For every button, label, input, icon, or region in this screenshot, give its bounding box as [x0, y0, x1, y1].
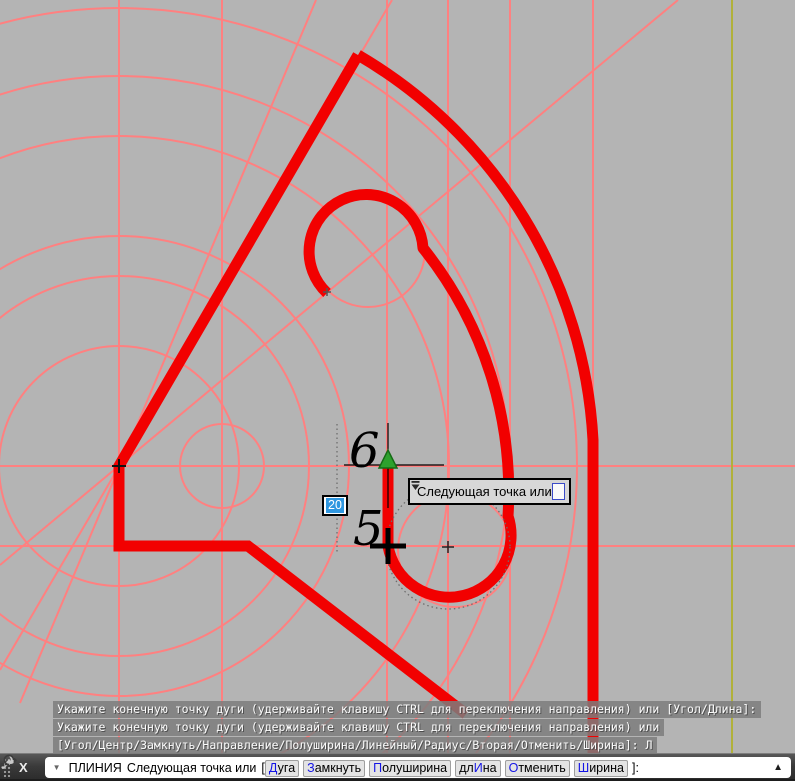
active-command-name: ПЛИНИЯ [69, 761, 122, 775]
command-input[interactable]: ▼ ПЛИНИЯ Следующая точка или [ДугаЗамкну… [45, 757, 791, 778]
construction-circle[interactable] [0, 136, 449, 753]
command-history: Укажите конечную точку дуги (удерживайте… [53, 701, 761, 755]
command-prompt-text: Следующая точка или [127, 761, 257, 775]
drawing-canvas[interactable]: 6 5 20 Следующая точка или [0, 0, 795, 753]
command-keywords: [ДугаЗамкнутьПолуширинадлИнаОтменитьШири… [261, 761, 639, 775]
command-keyword-chip[interactable]: Замкнуть [303, 760, 365, 777]
command-history-line: Укажите конечную точку дуги (удерживайте… [53, 719, 664, 736]
construction-geometry [0, 0, 795, 753]
command-keyword-chip[interactable]: Дуга [265, 760, 299, 777]
command-history-line: Укажите конечную точку дуги (удерживайте… [53, 701, 761, 718]
dynamic-input-value-box[interactable]: 20 [322, 495, 348, 516]
command-keyword-chip[interactable]: длИна [455, 760, 500, 777]
vertex-label-6: 6 [349, 427, 380, 475]
tooltip-text: Следующая точка или [417, 484, 552, 499]
down-arrow-key-icon [552, 483, 565, 500]
dynamic-input-value: 20 [326, 498, 344, 513]
direction-arrow-marker [379, 450, 397, 468]
command-keyword-chip[interactable]: Отменить [505, 760, 570, 777]
expand-history-button[interactable]: ▲ [763, 762, 783, 773]
command-dropdown-caret-icon[interactable]: ▼ [53, 763, 61, 772]
command-bar: X ▼ ПЛИНИЯ Следующая точка или [ДугаЗамк… [0, 753, 795, 781]
command-history-line: [Угол/Центр/Замкнуть/Направление/Полушир… [53, 737, 657, 754]
drawing-geometry [0, 0, 795, 753]
polyline-inner-loop[interactable] [309, 195, 511, 598]
bracket: ]: [632, 761, 639, 775]
dynamic-input-tooltip: Следующая точка или [408, 478, 571, 505]
command-keyword-chip[interactable]: Полуширина [369, 760, 451, 777]
vertex-label-5: 5 [353, 505, 384, 553]
command-keyword-chip[interactable]: Ширина [574, 760, 628, 777]
